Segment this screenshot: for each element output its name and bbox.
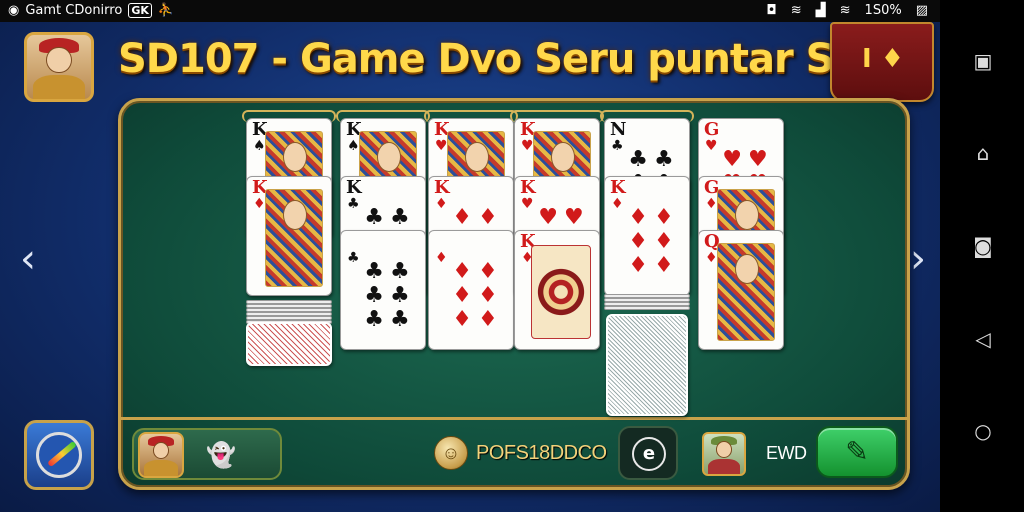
home-icon[interactable]: ⌂ (970, 140, 996, 166)
timer-icon: e (632, 437, 666, 471)
card-mandala-art (531, 245, 591, 339)
screenshot-icon[interactable]: ◙ (970, 233, 996, 259)
status-app-name: Gamt CDonirro (25, 3, 123, 18)
stock-pile[interactable] (606, 314, 688, 416)
profile-avatar[interactable] (24, 32, 94, 102)
app-icon: ◉ (8, 3, 20, 18)
card-suit-icon: ♥ (521, 138, 534, 154)
player-panel[interactable]: 👻 (132, 428, 282, 480)
previous-arrow-icon[interactable]: ‹ (20, 236, 36, 282)
timer-button[interactable]: e (618, 426, 678, 480)
wifi-2-icon: ≋ (839, 3, 851, 18)
android-nav-bar: ▣ ⌂ ◙ ◁ ○ (940, 0, 1024, 512)
signal-icon: ▟ (815, 3, 826, 18)
battery-icon: ▨ (915, 3, 928, 18)
player-avatar (138, 432, 184, 478)
tools-button[interactable] (24, 420, 94, 490)
status-bar: ◉ Gamt CDonirro GK ⛹ ◘ ≋ ▟ ≋ 1S0% ▨ (0, 0, 1024, 22)
assist-icon[interactable]: ○ (970, 418, 996, 444)
playing-card[interactable]: Q ♦ (698, 230, 784, 350)
wifi-icon: ≋ (790, 3, 802, 18)
card-face-art (265, 189, 323, 287)
stacked-card-edge (604, 306, 690, 310)
back-icon[interactable]: ◁ (970, 326, 996, 352)
card-suit-icon: ♥ (435, 138, 448, 154)
card-suit-icon: ♠ (347, 138, 360, 154)
menu-banner-button[interactable]: I ♦ (830, 22, 934, 102)
card-pips: ♦♦♦♦♦♦ (628, 205, 674, 278)
card-back[interactable] (246, 322, 332, 366)
card-suit-icon: ♦ (705, 196, 718, 212)
battery-text: 1S0% (864, 3, 902, 18)
alarm-icon: ◘ (766, 3, 777, 18)
game-title: SD107 - Game Dvo Seru puntar Sema (118, 36, 927, 82)
card-suit-icon: ♦ (705, 250, 718, 266)
play-button[interactable]: ✎ (816, 426, 898, 478)
card-pips: ♦♦♦♦♦♦ (452, 259, 498, 332)
playing-card[interactable]: K♦♦♦♦♦♦♦ (604, 176, 690, 296)
next-arrow-icon[interactable]: › (910, 236, 926, 282)
playing-card[interactable]: K ♦ (514, 230, 600, 350)
recents-icon[interactable]: ▣ (970, 48, 996, 74)
card-face-art (717, 243, 775, 341)
playing-card[interactable]: ♦ ♦ ♦ ♦ ♦ ♦ ♦ (428, 230, 514, 350)
coin-icon: ☺ (434, 436, 468, 470)
end-label: EWD (766, 443, 807, 463)
accessibility-icon: ⛹ (157, 3, 175, 18)
game-area: SD107 - Game Dvo Seru puntar Sema I ♦ ‹ … (0, 22, 940, 512)
menu-banner-glyph: I ♦ (862, 44, 905, 74)
opponent-avatar[interactable] (702, 432, 746, 476)
score-text: POFS18DDCO (476, 442, 607, 464)
table-divider (121, 417, 907, 420)
ghost-icon[interactable]: 👻 (206, 440, 236, 470)
status-box-label: GK (128, 3, 152, 18)
card-suit-icon: ♠ (253, 138, 266, 154)
card-suit-icon: ♦ (253, 196, 266, 212)
card-pips: ♣♣♣♣♣♣ (364, 259, 410, 332)
playing-card[interactable]: ♣ ♣ ♣ ♣ ♣ ♣ ♣ (340, 230, 426, 350)
playing-card[interactable]: K ♦ (246, 176, 332, 296)
